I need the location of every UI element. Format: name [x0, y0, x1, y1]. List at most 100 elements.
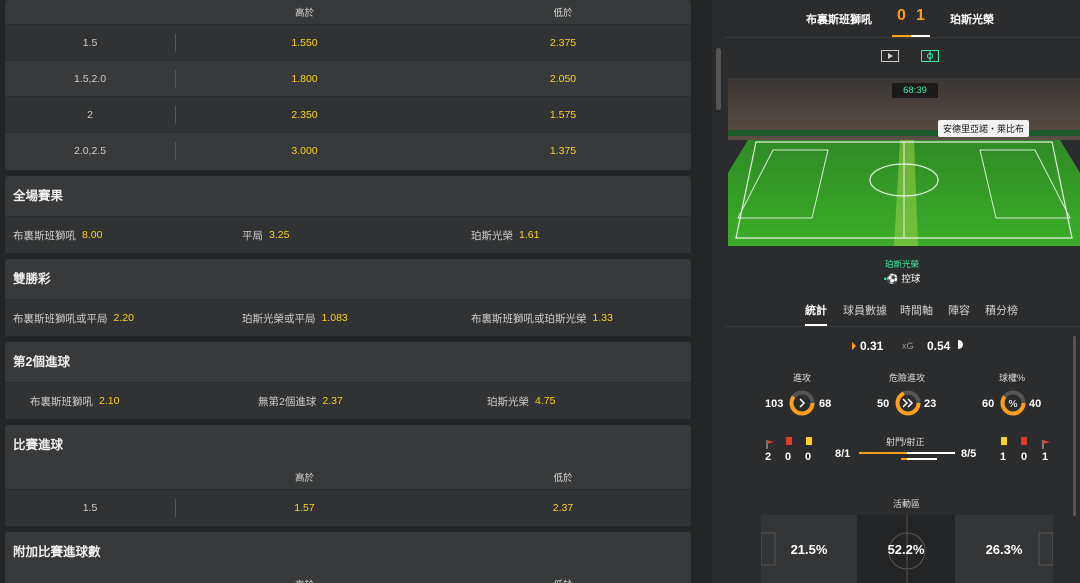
- market-title[interactable]: 比賽進球: [5, 425, 691, 465]
- line-value: 2: [87, 108, 93, 121]
- pitch-visualization: 68:39 安德里亞諾・萊比布: [728, 78, 1080, 288]
- totals-market: 高於 低於 1.5 1.550 2.375 1.5,2.0 1.800 2.05…: [5, 0, 691, 170]
- away-marker-icon: [958, 340, 963, 349]
- under-odds[interactable]: 2.37: [435, 490, 691, 525]
- away-red-cards: 0: [1021, 451, 1028, 463]
- selection-away-draw[interactable]: 珀斯光榮或平局 1.083: [242, 300, 348, 336]
- markets-scrollbar[interactable]: [712, 0, 724, 583]
- double-chance-market: 雙勝彩 布裏斯班獅吼或平局 2.20 珀斯光榮或平局 1.083 布裏斯班獅吼或珀斯…: [5, 259, 691, 336]
- under-odds[interactable]: 1.375: [435, 133, 691, 168]
- selection-away[interactable]: 珀斯光榮 4.75: [487, 383, 555, 419]
- over-header: 高於: [294, 473, 314, 484]
- zones-label: 活動區: [893, 499, 921, 509]
- dangerous-gauge-icon: [895, 390, 921, 421]
- video-icon[interactable]: [881, 50, 899, 65]
- tab-stats[interactable]: 統計: [805, 302, 827, 326]
- tab-standings[interactable]: 積分榜: [985, 302, 1018, 318]
- shots-bar-home: [859, 452, 907, 454]
- over-odds[interactable]: 2.350: [177, 97, 432, 132]
- shots-on-target-bar-home: [901, 458, 907, 460]
- dangerous-attacks-label: 危險進攻: [889, 373, 926, 383]
- selection-draw[interactable]: 平局 3.25: [242, 217, 289, 253]
- match-tracker-panel: 布裏斯班獅吼 0 1 珀斯光榮 68:39 安德里亞諾・萊比布 珀斯光榮 •⚽ …: [724, 0, 1080, 583]
- red-card-icon: [1021, 437, 1027, 445]
- betting-markets-panel: 高於 低於 1.5 1.550 2.375 1.5,2.0 1.800 2.05…: [0, 0, 712, 583]
- home-xg: 0.31: [860, 339, 884, 353]
- selection-row: 布裏斯班獅吼 8.00 平局 3.25 珀斯光榮 1.61: [5, 216, 691, 253]
- selection-home-draw[interactable]: 布裏斯班獅吼或平局 2.20: [13, 300, 134, 336]
- selection-home[interactable]: 布裏斯班獅吼 8.00: [13, 217, 102, 253]
- table-header: 高於 低於: [5, 572, 691, 583]
- away-yellow-cards: 1: [1000, 451, 1007, 463]
- home-score: 0: [897, 7, 906, 24]
- over-odds[interactable]: 1.57: [177, 490, 432, 525]
- red-card-icon: [786, 437, 792, 445]
- yellow-card-icon: [806, 437, 812, 445]
- under-header: 低於: [553, 473, 573, 484]
- shots-away: 8/5: [961, 448, 977, 460]
- selection-away[interactable]: 珀斯光榮 1.61: [471, 217, 539, 253]
- scoreline: 布裏斯班獅吼 0 1 珀斯光榮: [724, 0, 1080, 38]
- market-title[interactable]: 第2個進球: [5, 342, 691, 382]
- under-odds[interactable]: 2.375: [435, 25, 691, 60]
- over-header: 高於: [294, 8, 314, 19]
- over-odds[interactable]: 1.550: [177, 25, 432, 60]
- line-value: 1.5: [82, 36, 98, 49]
- table-header: 高於 低於: [5, 465, 691, 489]
- dangerous-away: 23: [924, 398, 937, 410]
- home-marker-icon: [852, 342, 856, 350]
- extra-goals-market: 附加比賽進球數 高於 低於: [5, 532, 691, 583]
- zone-home: 21.5%: [790, 541, 828, 557]
- pitch-view-icon[interactable]: [921, 50, 939, 65]
- market-title[interactable]: 雙勝彩: [5, 259, 691, 299]
- selection-home[interactable]: 布裏斯班獅吼 2.10: [30, 383, 119, 419]
- selection-no-goal[interactable]: 無第2個進球 2.37: [258, 383, 343, 419]
- table-row: 1.5,2.0 1.800 2.050: [5, 60, 691, 96]
- market-title[interactable]: 附加比賽進球數: [5, 532, 691, 572]
- xg-label: xG: [902, 341, 914, 351]
- player-callout: 安德里亞諾・萊比布: [938, 120, 1030, 137]
- shots-label: 射門/射正: [886, 437, 925, 447]
- home-yellow-cards: 0: [805, 451, 812, 463]
- under-odds[interactable]: 1.575: [435, 97, 691, 132]
- activity-zones: 21.5% 52.2% 26.3%: [761, 515, 1053, 583]
- possession-team: 珀斯光榮: [884, 259, 919, 269]
- possession-gauge-icon: %: [1000, 390, 1026, 421]
- zone-away: 26.3%: [985, 541, 1023, 557]
- svg-text:%: %: [1008, 399, 1018, 410]
- tab-lineup[interactable]: 陣容: [948, 302, 970, 318]
- under-header: 低於: [553, 8, 573, 19]
- corner-flag-icon: [1042, 436, 1050, 449]
- possession-label: •⚽ 控球: [883, 274, 921, 285]
- attacks-home: 103: [765, 398, 784, 410]
- attacks-gauge-icon: [789, 390, 815, 421]
- totals-header: 高於 低於: [5, 0, 691, 24]
- over-header: 高於: [177, 572, 432, 583]
- tracker-scrollbar[interactable]: [1073, 336, 1076, 516]
- match-goals-market: 比賽進球 高於 低於 1.5 1.57 2.37: [5, 425, 691, 526]
- ball-icon: •⚽: [883, 274, 899, 285]
- under-header: 低於: [435, 572, 691, 583]
- selection-home-away[interactable]: 布裏斯班獅吼或珀斯光榮 1.33: [471, 300, 613, 336]
- selection-row: 布裏斯班獅吼或平局 2.20 珀斯光榮或平局 1.083 布裏斯班獅吼或珀斯光榮 1.…: [5, 299, 691, 336]
- away-score: 1: [916, 7, 925, 24]
- attacks-label: 進攻: [793, 373, 812, 383]
- line-value: 1.5: [82, 501, 98, 514]
- under-odds[interactable]: 2.050: [435, 61, 691, 96]
- possession-away: 40: [1029, 398, 1042, 410]
- table-row: 1.5 1.57 2.37: [5, 489, 691, 525]
- zone-middle: 52.2%: [887, 541, 925, 557]
- full-time-market: 全場賽果 布裏斯班獅吼 8.00 平局 3.25 珀斯光榮 1.61: [5, 176, 691, 253]
- dangerous-home: 50: [877, 398, 890, 410]
- home-corners: 2: [765, 451, 772, 463]
- over-odds[interactable]: 1.800: [177, 61, 432, 96]
- market-title[interactable]: 全場賽果: [5, 176, 691, 216]
- tab-timeline[interactable]: 時間軸: [900, 302, 933, 318]
- tab-player-data[interactable]: 球員數據: [843, 302, 887, 318]
- over-odds[interactable]: 3.000: [177, 133, 432, 168]
- possession-label: 球權%: [999, 373, 1026, 383]
- shots-home: 8/1: [835, 448, 851, 460]
- tracker-tabs: 統計 球員數據 時間軸 陣容 積分榜: [724, 297, 1080, 327]
- table-row: 2 2.350 1.575: [5, 96, 691, 132]
- second-goal-market: 第2個進球 布裏斯班獅吼 2.10 無第2個進球 2.37 珀斯光榮 4.75: [5, 342, 691, 419]
